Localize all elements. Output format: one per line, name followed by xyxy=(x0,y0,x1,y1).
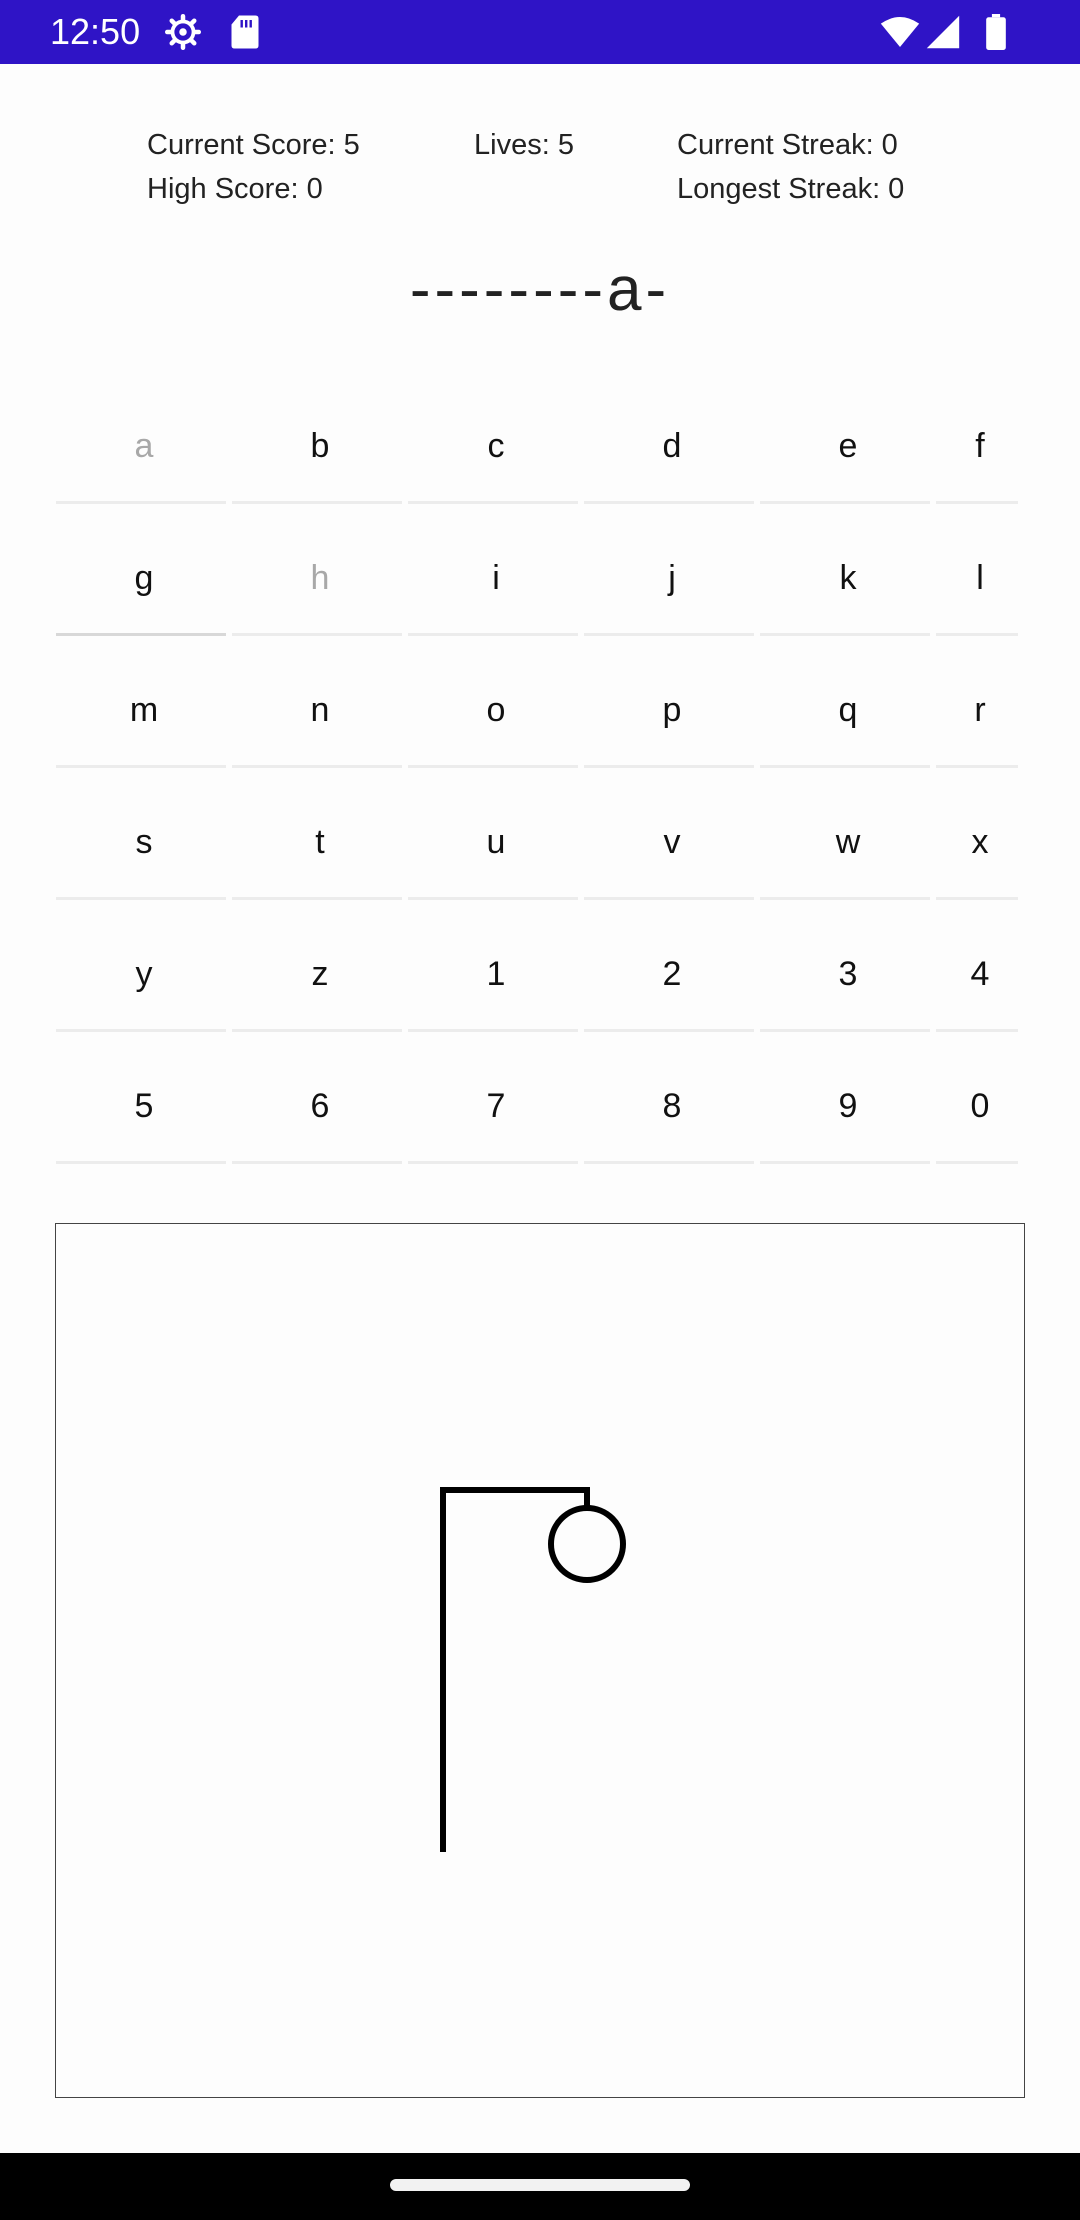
key-o[interactable]: o xyxy=(408,644,584,776)
longest-streak-label: Longest Streak: 0 xyxy=(677,173,905,205)
gear-icon xyxy=(165,14,201,50)
key-b[interactable]: b xyxy=(232,380,408,512)
key-v[interactable]: v xyxy=(584,776,760,908)
hangman-head xyxy=(548,1505,626,1583)
hidden-word: --------a- xyxy=(409,255,671,324)
key-7[interactable]: 7 xyxy=(408,1040,584,1172)
key-8[interactable]: 8 xyxy=(584,1040,760,1172)
current-score-label: Current Score: 5 xyxy=(147,129,360,161)
key-n[interactable]: n xyxy=(232,644,408,776)
key-e[interactable]: e xyxy=(760,380,936,512)
key-k[interactable]: k xyxy=(760,512,936,644)
key-u[interactable]: u xyxy=(408,776,584,908)
letter-keyboard: abcdefghijklmnopqrstuvwxyz1234567890 xyxy=(56,380,1024,1172)
key-i[interactable]: i xyxy=(408,512,584,644)
signal-icon xyxy=(926,15,960,49)
key-0[interactable]: 0 xyxy=(936,1040,1024,1172)
home-gesture-handle[interactable] xyxy=(390,2179,690,2191)
key-q[interactable]: q xyxy=(760,644,936,776)
keyboard-row: 567890 xyxy=(56,1040,1024,1172)
key-l[interactable]: l xyxy=(936,512,1024,644)
key-j[interactable]: j xyxy=(584,512,760,644)
key-3[interactable]: 3 xyxy=(760,908,936,1040)
keyboard-row: yz1234 xyxy=(56,908,1024,1040)
keyboard-row: stuvwx xyxy=(56,776,1024,908)
keyboard-row: mnopqr xyxy=(56,644,1024,776)
battery-icon xyxy=(986,14,1006,50)
wifi-icon xyxy=(880,17,920,47)
current-streak-label: Current Streak: 0 xyxy=(677,129,898,161)
key-h[interactable]: h xyxy=(232,512,408,644)
key-a[interactable]: a xyxy=(56,380,232,512)
key-t[interactable]: t xyxy=(232,776,408,908)
app-screen: 12:50 Current Score: 5 High Score: 0 Liv… xyxy=(0,0,1080,2220)
key-2[interactable]: 2 xyxy=(584,908,760,1040)
key-4[interactable]: 4 xyxy=(936,908,1024,1040)
navigation-bar xyxy=(0,2153,1080,2220)
keyboard-row: abcdef xyxy=(56,380,1024,512)
key-9[interactable]: 9 xyxy=(760,1040,936,1172)
key-6[interactable]: 6 xyxy=(232,1040,408,1172)
key-c[interactable]: c xyxy=(408,380,584,512)
key-p[interactable]: p xyxy=(584,644,760,776)
key-d[interactable]: d xyxy=(584,380,760,512)
key-x[interactable]: x xyxy=(936,776,1024,908)
sd-card-icon xyxy=(231,15,259,49)
status-bar: 12:50 xyxy=(0,0,1080,64)
hangman-drawing xyxy=(440,1487,626,1852)
key-y[interactable]: y xyxy=(56,908,232,1040)
key-g[interactable]: g xyxy=(56,512,232,644)
key-1[interactable]: 1 xyxy=(408,908,584,1040)
key-r[interactable]: r xyxy=(936,644,1024,776)
keyboard-row: ghijkl xyxy=(56,512,1024,644)
hangman-canvas xyxy=(55,1223,1025,2098)
key-m[interactable]: m xyxy=(56,644,232,776)
key-f[interactable]: f xyxy=(936,380,1024,512)
key-z[interactable]: z xyxy=(232,908,408,1040)
key-5[interactable]: 5 xyxy=(56,1040,232,1172)
lives-label: Lives: 5 xyxy=(474,129,574,161)
key-w[interactable]: w xyxy=(760,776,936,908)
key-s[interactable]: s xyxy=(56,776,232,908)
status-time: 12:50 xyxy=(50,11,141,52)
high-score-label: High Score: 0 xyxy=(147,173,323,205)
